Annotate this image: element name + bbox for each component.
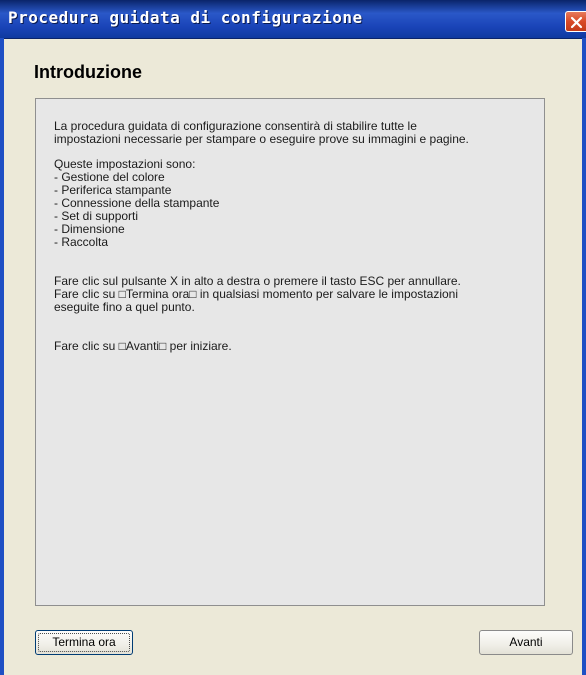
button-bar: Termina ora Avanti <box>4 610 582 675</box>
next-button[interactable]: Avanti <box>479 630 573 655</box>
page-title: Introduzione <box>34 62 142 82</box>
save-instruction-line-2: eseguite fino a quel punto. <box>54 300 195 314</box>
settings-item: - Set di supporti <box>54 209 139 223</box>
content-text: La procedura guidata di configurazione c… <box>54 120 534 353</box>
settings-item: - Raccolta <box>54 235 109 249</box>
wizard-window: Procedura guidata di configurazione Intr… <box>0 0 586 675</box>
close-icon <box>570 16 583 29</box>
window-title: Procedura guidata di configurazione <box>8 8 363 27</box>
content-panel: La procedura guidata di configurazione c… <box>35 98 545 606</box>
window-frame-right <box>582 38 586 675</box>
close-button[interactable] <box>565 11 586 32</box>
start-instruction: Fare clic su □Avanti□ per iniziare. <box>54 339 232 353</box>
settings-item: - Dimensione <box>54 222 125 236</box>
focus-ring <box>38 633 130 652</box>
window-frame-left <box>0 38 4 675</box>
title-bar[interactable]: Procedura guidata di configurazione <box>0 0 586 39</box>
next-label: Avanti <box>509 635 543 649</box>
intro-line-2: impostazioni necessarie per stampare o e… <box>54 132 469 146</box>
finish-now-button[interactable]: Termina ora <box>35 630 133 655</box>
